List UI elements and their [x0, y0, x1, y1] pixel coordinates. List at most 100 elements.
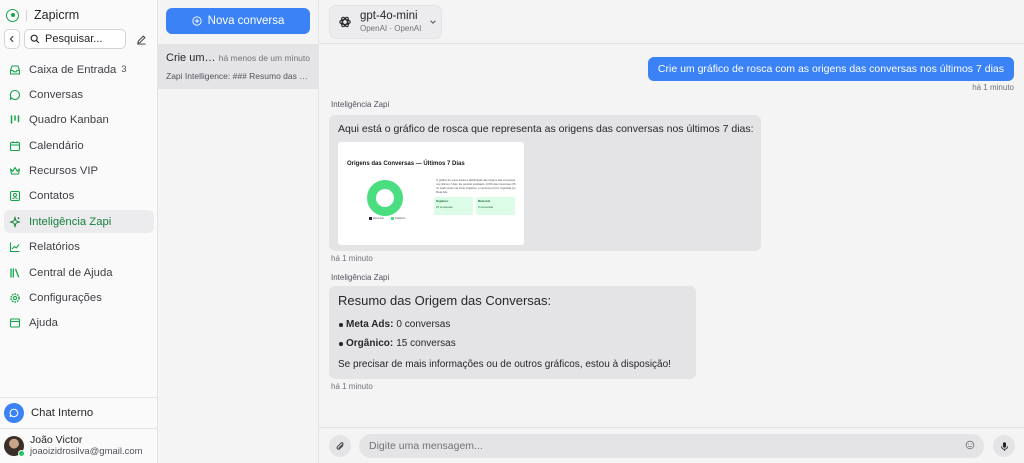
brand[interactable]: Zapicrm — [6, 7, 79, 23]
sidebar-item-label: Inteligência Zapi — [29, 215, 112, 228]
sidebar-item-calendario[interactable]: Calendário — [4, 134, 154, 157]
chart-image[interactable]: Origens das Conversas — Últimos 7 Dias M… — [338, 142, 524, 245]
divider — [26, 9, 27, 21]
chat-bubble-icon — [9, 89, 20, 100]
search-row: Pesquisar... — [4, 28, 152, 50]
plus-circle-icon — [192, 16, 202, 26]
sidebar-item-recursos-vip[interactable]: Recursos VIP — [4, 160, 154, 183]
message-footer: Se precisar de mais informações ou de ou… — [338, 359, 671, 370]
search-placeholder: Pesquisar... — [45, 33, 103, 45]
chat-panel: gpt-4o-mini OpenAI · OpenAI Crie um gráf… — [319, 0, 1024, 463]
chart-legend: Meta Ads Orgânico — [369, 217, 405, 220]
chat-header: gpt-4o-mini OpenAI · OpenAI — [319, 0, 1024, 44]
whatsapp-logo-icon — [6, 8, 19, 22]
sidebar-item-label: Contatos — [29, 190, 75, 203]
conversation-time: há menos de um minuto — [218, 53, 310, 63]
sidebar-item-contatos[interactable]: Contatos — [4, 185, 154, 208]
sparkles-icon — [9, 215, 21, 228]
chat-interno-button[interactable]: Chat Interno — [0, 397, 157, 429]
sidebar-item-configuracoes[interactable]: Configurações — [4, 287, 154, 310]
legend-item-meta-ads: Meta Ads — [369, 217, 384, 220]
message-text: Aqui está o gráfico de rosca que represe… — [338, 123, 754, 135]
assistant-message: Aqui está o gráfico de rosca que represe… — [329, 115, 761, 251]
model-provider: OpenAI · OpenAI — [360, 24, 422, 33]
assistant-message: Resumo das Origem das Conversas: Meta Ad… — [329, 286, 696, 379]
list-item: Meta Ads: 0 conversas — [338, 315, 687, 334]
list-item: Orgânico: 15 conversas — [338, 334, 687, 353]
gear-icon — [10, 293, 20, 303]
conversation-list: Nova conversa Crie um gráfico de rosca c… — [158, 0, 319, 463]
message-placeholder: Digite uma mensagem... — [369, 440, 483, 452]
new-conversation-label: Nova conversa — [207, 15, 285, 27]
collapse-sidebar-button[interactable] — [4, 29, 20, 49]
legend-label: Meta Ads — [373, 217, 384, 221]
sidebar-item-label: Caixa de Entrada — [29, 63, 117, 76]
sidebar-item-label: Recursos VIP — [29, 165, 99, 178]
stat-card: Orgânico 15 conversas — [434, 197, 473, 215]
sidebar-item-central-de-ajuda[interactable]: Central de Ajuda — [4, 261, 154, 284]
message-time: há 1 minuto — [972, 83, 1014, 92]
calendar-icon — [9, 140, 21, 151]
search-input[interactable]: Pesquisar... — [24, 29, 126, 49]
message-composer: Digite uma mensagem... — [319, 427, 1024, 463]
sidebar-item-conversas[interactable]: Conversas — [4, 83, 154, 106]
donut-slice-org-nico — [367, 180, 403, 216]
kanban-icon — [10, 115, 20, 125]
new-note-button[interactable] — [130, 29, 152, 49]
list-item-value: 15 conversas — [396, 338, 456, 349]
sidebar-item-label: Relatórios — [29, 241, 80, 254]
sender-name: Inteligência Zapi — [331, 273, 390, 282]
pencil-icon — [136, 34, 146, 45]
user-message: Crie um gráfico de rosca com as origens … — [647, 57, 1014, 81]
chart-line-icon — [9, 242, 20, 253]
sidebar-item-label: Ajuda — [29, 317, 58, 330]
sidebar-item-inteligencia-zapi[interactable]: Inteligência Zapi — [4, 210, 154, 234]
unread-count-badge: 3 — [121, 64, 127, 75]
attach-button[interactable] — [329, 435, 351, 457]
stat-label: Orgânico — [436, 199, 449, 203]
help-window-icon — [9, 318, 21, 328]
microphone-icon — [1000, 441, 1008, 451]
chart-stats: Orgânico 15 conversas Meta Ads 0 conversas — [434, 197, 515, 215]
message-time: há 1 minuto — [331, 254, 373, 263]
inbox-icon — [9, 64, 21, 75]
message-heading: Resumo das Origem das Conversas: — [338, 293, 552, 308]
message-input[interactable]: Digite uma mensagem... — [359, 434, 984, 458]
message-time: há 1 minuto — [331, 382, 373, 391]
new-conversation-button[interactable]: Nova conversa — [166, 8, 310, 34]
sidebar-item-caixa-de-entrada[interactable]: Caixa de Entrada 3 — [4, 58, 154, 81]
sidebar-item-label: Central de Ajuda — [29, 266, 113, 279]
stat-value: 15 conversas — [436, 205, 453, 209]
user-email: joaoizidrosilva@gmail.com — [30, 446, 143, 457]
microphone-button[interactable] — [993, 435, 1015, 457]
summary-list: Meta Ads: 0 conversas Orgânico: 15 convers… — [338, 315, 687, 353]
sender-name: Inteligência Zapi — [331, 100, 390, 109]
sidebar-nav: Caixa de Entrada 3 Conversas Quadro Kanb… — [4, 58, 154, 337]
stat-card: Meta Ads 0 conversas — [476, 197, 515, 215]
app-name: Zapicrm — [34, 8, 80, 22]
legend-item-organico: Orgânico — [390, 217, 405, 220]
sidebar-item-label: Conversas — [29, 88, 83, 101]
avatar — [4, 435, 25, 457]
emoji-icon[interactable] — [965, 440, 975, 450]
stat-label: Meta Ads — [478, 199, 491, 203]
online-status-dot — [18, 449, 25, 457]
chat-bubble-icon — [4, 403, 24, 423]
contact-card-icon — [9, 191, 21, 202]
user-name: João Victor — [30, 434, 83, 446]
books-icon — [10, 268, 20, 278]
chart-description: O gráfico de rosca ilustra a distribuiçã… — [436, 179, 516, 194]
user-profile[interactable]: João Victor joaoizidrosilva@gmail.com — [4, 434, 143, 457]
sidebar-item-ajuda[interactable]: Ajuda — [4, 312, 154, 335]
model-selector[interactable]: gpt-4o-mini OpenAI · OpenAI — [329, 5, 442, 39]
chevron-left-icon — [9, 35, 14, 43]
model-name: gpt-4o-mini — [360, 10, 418, 22]
conversation-item[interactable]: Crie um gráfico de rosca com as origens … — [158, 44, 318, 89]
sidebar-item-quadro-kanban[interactable]: Quadro Kanban — [4, 109, 154, 132]
list-item-label: Orgânico: — [346, 338, 394, 349]
sidebar-item-label: Quadro Kanban — [29, 114, 109, 127]
openai-logo-icon — [339, 16, 351, 28]
list-item-label: Meta Ads: — [346, 319, 394, 330]
crown-icon — [9, 167, 21, 175]
sidebar-item-relatorios[interactable]: Relatórios — [4, 236, 154, 259]
